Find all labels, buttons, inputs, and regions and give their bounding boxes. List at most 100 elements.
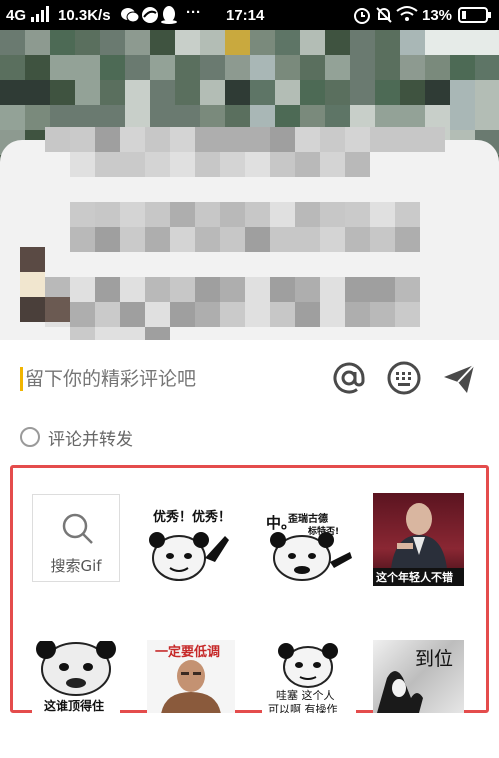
mosaic-block: [475, 55, 499, 80]
mosaic-block: [120, 277, 145, 302]
mosaic-block: [25, 80, 50, 105]
mosaic-block: [320, 127, 345, 152]
mosaic-block: [125, 80, 150, 105]
mosaic-block: [20, 272, 45, 297]
mosaic-block: [175, 55, 200, 80]
mosaic-block: [150, 30, 175, 55]
search-icon: [62, 513, 93, 544]
mosaic-block: [345, 202, 370, 227]
search-gif-button[interactable]: 搜索Gif: [32, 494, 120, 582]
mosaic-block: [145, 227, 170, 252]
mosaic-block: [245, 277, 270, 302]
mute-notification-icon: [374, 5, 394, 29]
mosaic-block: [450, 30, 475, 55]
mosaic-block: [400, 80, 425, 105]
mosaic-block: [345, 277, 370, 302]
mosaic-block: [145, 202, 170, 227]
mosaic-block: [75, 55, 100, 80]
mosaic-block: [145, 127, 170, 152]
mosaic-block: [395, 277, 420, 302]
mosaic-block: [345, 127, 370, 152]
send-icon[interactable]: [441, 360, 477, 396]
mosaic-block: [245, 227, 270, 252]
mosaic-block: [120, 202, 145, 227]
mosaic-block: [145, 277, 170, 302]
mosaic-block: [95, 227, 120, 252]
repost-label: 评论并转发: [48, 430, 133, 450]
mosaic-block: [145, 152, 170, 177]
text-cursor: [20, 367, 23, 391]
mosaic-block: [0, 55, 25, 80]
at-icon[interactable]: [331, 360, 367, 396]
mosaic-block: [100, 30, 125, 55]
mosaic-block: [70, 227, 95, 252]
alarm-icon: [352, 5, 372, 29]
mosaic-block: [270, 302, 295, 327]
mosaic-block: [350, 55, 375, 80]
mosaic-block: [120, 302, 145, 327]
mosaic-block: [270, 277, 295, 302]
network-speed: 10.3K/s: [58, 7, 111, 24]
hand-gesture-icon: [377, 671, 423, 713]
keyboard-emoji-icon[interactable]: [386, 360, 422, 396]
mosaic-block: [245, 202, 270, 227]
mosaic-block: [320, 302, 345, 327]
gif-caption: 这谁顶得住: [44, 699, 105, 713]
more-notifications-icon: ···: [186, 4, 201, 21]
mosaic-block: [300, 80, 325, 105]
mosaic-block: [250, 30, 275, 55]
comment-input[interactable]: [25, 364, 315, 394]
gif-item-young-man[interactable]: 这个年轻人不错: [373, 493, 464, 586]
mosaic-block: [195, 127, 220, 152]
search-gif-label: 搜索Gif: [50, 557, 102, 575]
mosaic-block: [200, 55, 225, 80]
gif-item-in-place[interactable]: 到位: [373, 640, 464, 713]
man-photo-icon: [161, 660, 221, 713]
mosaic-block: [320, 152, 345, 177]
mosaic-block: [170, 152, 195, 177]
mosaic-block: [125, 30, 150, 55]
mosaic-block: [0, 105, 25, 130]
mosaic-block: [275, 55, 300, 80]
gif-item-excellent[interactable]: 优秀！优秀！: [145, 500, 237, 585]
gif-item-who-can-resist[interactable]: 这谁顶得住: [32, 641, 120, 713]
mosaic-block: [120, 127, 145, 152]
gif-item-wow[interactable]: 哇塞 这个人 可以啊 有操作: [262, 641, 356, 713]
repost-radio[interactable]: [20, 427, 40, 447]
mosaic-block: [95, 202, 120, 227]
mosaic-block: [345, 302, 370, 327]
mosaic-block: [45, 127, 70, 152]
mosaic-block: [220, 127, 245, 152]
mosaic-block: [50, 80, 75, 105]
mosaic-block: [70, 127, 95, 152]
mosaic-block: [120, 227, 145, 252]
mosaic-block: [400, 30, 425, 55]
mosaic-block: [70, 152, 95, 177]
mosaic-block: [375, 80, 400, 105]
mosaic-block: [250, 55, 275, 80]
browser-icon: [140, 5, 160, 29]
mosaic-block: [320, 227, 345, 252]
gif-item-keep-low-profile[interactable]: 一定要低调: [147, 640, 235, 713]
mosaic-block: [200, 30, 225, 55]
mosaic-block: [225, 80, 250, 105]
gif-caption-sub: 歪瑞古德: [288, 514, 328, 525]
mosaic-block: [100, 55, 125, 80]
mosaic-block: [300, 30, 325, 55]
gif-caption-line2: 可以啊 有操作: [268, 703, 338, 713]
mosaic-block: [170, 302, 195, 327]
mosaic-block: [200, 80, 225, 105]
mosaic-block: [270, 227, 295, 252]
clock: 17:14: [226, 7, 265, 24]
mosaic-block: [150, 80, 175, 105]
mosaic-block: [425, 55, 450, 80]
gif-item-very-good[interactable]: 中。 歪瑞古德 标特否!: [262, 500, 356, 585]
mosaic-block: [295, 202, 320, 227]
panda-meme-icon: [149, 532, 229, 581]
mosaic-block: [25, 55, 50, 80]
mosaic-block: [295, 152, 320, 177]
mosaic-block: [220, 152, 245, 177]
mosaic-block: [370, 277, 395, 302]
mosaic-block: [45, 297, 70, 322]
mosaic-block: [50, 30, 75, 55]
